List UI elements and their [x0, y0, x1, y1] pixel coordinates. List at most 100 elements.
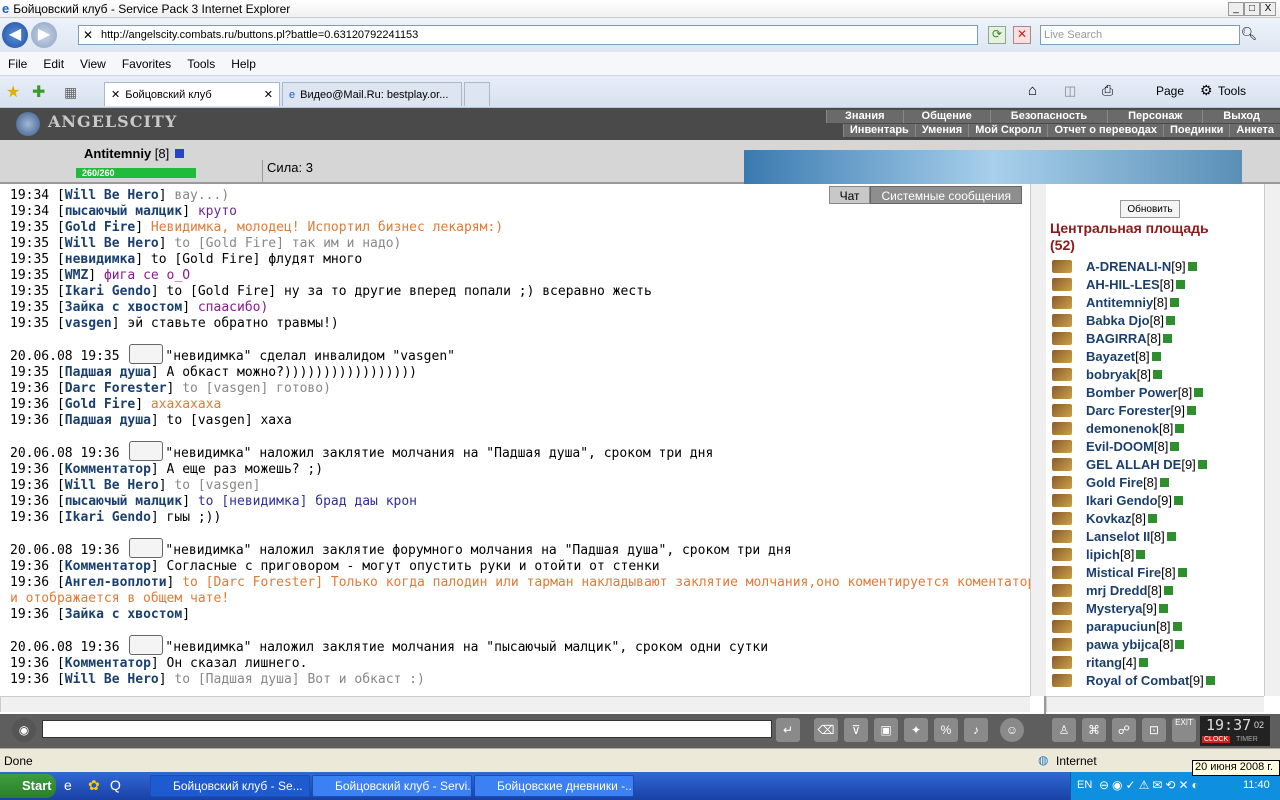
private-msg-icon[interactable]	[1052, 349, 1072, 363]
message-nick[interactable]: Will Be Hero	[65, 188, 159, 203]
message-nick[interactable]: пысаючый малцик	[65, 204, 182, 219]
private-msg-icon[interactable]	[1052, 367, 1072, 381]
private-msg-icon[interactable]	[1052, 529, 1072, 543]
private-msg-icon[interactable]	[1052, 457, 1072, 471]
user-info-icon[interactable]	[1166, 315, 1176, 325]
private-msg-icon[interactable]	[1052, 259, 1072, 273]
private-msg-icon[interactable]	[1052, 439, 1072, 453]
user-name[interactable]: Lanselot II	[1086, 529, 1150, 544]
message-recipient[interactable]: to [Gold Fire]	[174, 236, 284, 251]
message-nick[interactable]: Darc Forester	[65, 381, 167, 396]
user-item[interactable]: Mistical Fire [8]	[1052, 563, 1262, 581]
user-info-icon[interactable]	[1187, 261, 1197, 271]
user-info-icon[interactable]	[1187, 405, 1197, 415]
user-name[interactable]: parapuciun	[1086, 619, 1156, 634]
nav-profile[interactable]: Анкета	[1229, 124, 1280, 137]
user-name[interactable]: Bayazet	[1086, 349, 1135, 364]
user-item[interactable]: BAGIRRA [8]	[1052, 329, 1262, 347]
private-msg-icon[interactable]	[1052, 475, 1072, 489]
close-window-button[interactable]: X	[1260, 2, 1276, 16]
message-nick[interactable]: Gold Fire	[65, 220, 135, 235]
private-msg-icon[interactable]	[1052, 547, 1072, 561]
private-msg-icon[interactable]	[1052, 403, 1072, 417]
user-info-icon[interactable]	[1138, 657, 1148, 667]
map-icon[interactable]: ⌘	[1082, 718, 1106, 742]
user-info-icon[interactable]	[1166, 531, 1176, 541]
quick-tabs-icon[interactable]: ▦	[64, 84, 77, 101]
message-nick[interactable]: Will Be Hero	[65, 236, 159, 251]
user-item[interactable]: parapuciun [8]	[1052, 617, 1262, 635]
message-recipient[interactable]: to [Darc Forester]	[182, 575, 323, 590]
user-info-icon[interactable]	[1172, 621, 1182, 631]
message-nick[interactable]: Will Be Hero	[65, 478, 159, 493]
user-item[interactable]: Ikari Gendo [9]	[1052, 491, 1262, 509]
forward-button[interactable]: ▶	[31, 22, 57, 48]
menu-help[interactable]: Help	[223, 57, 264, 71]
nav-exit[interactable]: Выход	[1202, 110, 1280, 123]
start-button[interactable]: Start	[0, 774, 56, 798]
users-scrollbar[interactable]	[1264, 184, 1280, 696]
user-name[interactable]: AH-HIL-LES	[1086, 277, 1160, 292]
private-msg-icon[interactable]	[1052, 637, 1072, 651]
user-item[interactable]: Gold Fire [8]	[1052, 473, 1262, 491]
user-info-icon[interactable]	[1205, 675, 1215, 685]
message-nick[interactable]: Will Be Hero	[65, 672, 159, 687]
user-name[interactable]: demonenok	[1086, 421, 1159, 436]
favorites-star-icon[interactable]: ★	[6, 82, 20, 102]
message-nick[interactable]: Ikari Gendo	[65, 510, 151, 525]
eraser-icon[interactable]: ⌫	[814, 718, 838, 742]
message-recipient[interactable]: to [Gold Fire]	[167, 284, 277, 299]
user-item[interactable]: AH-HIL-LES [8]	[1052, 275, 1262, 293]
user-info-icon[interactable]	[1194, 387, 1204, 397]
user-name[interactable]: Royal of Combat	[1086, 673, 1189, 688]
search-icon[interactable]: 🔍︎	[1240, 26, 1258, 44]
home-icon[interactable]: ⌂	[1028, 82, 1037, 99]
user-info-icon[interactable]	[1163, 333, 1173, 343]
message-recipient[interactable]: to [vasgen]	[182, 381, 268, 396]
user-info-icon[interactable]	[1136, 549, 1146, 559]
user-name[interactable]: lipich	[1086, 547, 1120, 562]
fight-icon[interactable]: ✦	[904, 718, 928, 742]
user-name[interactable]: mrj Dredd	[1086, 583, 1147, 598]
chat-scrollbar[interactable]	[1030, 184, 1046, 696]
private-msg-icon[interactable]	[1052, 619, 1072, 633]
user-name[interactable]: Bomber Power	[1086, 385, 1178, 400]
user-item[interactable]: Antitemniy [8]	[1052, 293, 1262, 311]
new-tab-button[interactable]	[464, 82, 490, 106]
nav-knowledge[interactable]: Знания	[826, 110, 903, 123]
address-field[interactable]: ✕ http://angelscity.combats.ru/buttons.p…	[78, 25, 978, 45]
message-nick[interactable]: Падшая душа	[65, 365, 151, 380]
menu-view[interactable]: View	[72, 57, 114, 71]
user-item[interactable]: Lanselot II [8]	[1052, 527, 1262, 545]
quicklaunch-ie-icon[interactable]: e	[64, 777, 72, 793]
private-msg-icon[interactable]	[1052, 493, 1072, 507]
user-info-icon[interactable]	[1176, 279, 1186, 289]
message-recipient[interactable]: to [Gold Fire]	[151, 252, 261, 267]
user-item[interactable]: Bomber Power [8]	[1052, 383, 1262, 401]
message-nick[interactable]: vasgen	[65, 316, 112, 331]
user-info-icon[interactable]	[1169, 297, 1179, 307]
chat-hscrollbar[interactable]	[0, 696, 1030, 712]
nav-my-scroll[interactable]: Мой Скролл	[968, 124, 1048, 137]
chat-input[interactable]	[42, 720, 772, 738]
message-nick[interactable]: Комментатор	[65, 559, 151, 574]
menu-tools[interactable]: Tools	[179, 57, 223, 71]
nav-skills[interactable]: Умения	[914, 124, 969, 137]
user-info-icon[interactable]	[1197, 459, 1207, 469]
user-item[interactable]: Darc Forester [9]	[1052, 401, 1262, 419]
message-nick[interactable]: Ikari Gendo	[65, 284, 151, 299]
user-item[interactable]: demonenok [8]	[1052, 419, 1262, 437]
tab-fight-club[interactable]: ✕ Бойцовский клуб ✕	[104, 82, 280, 106]
filter-icon[interactable]: ⊽	[844, 718, 868, 742]
tab-close-icon[interactable]: ✕	[264, 88, 273, 101]
user-info-icon[interactable]	[1159, 477, 1169, 487]
menu-edit[interactable]: Edit	[35, 57, 72, 71]
tab-video[interactable]: e Видео@Mail.Ru: bestplay.or...	[282, 82, 462, 106]
people-icon[interactable]: ♙	[1052, 718, 1076, 742]
refresh-users-button[interactable]: Обновить	[1120, 200, 1180, 218]
message-nick[interactable]: WMZ	[65, 268, 88, 283]
user-name[interactable]: Gold Fire	[1086, 475, 1143, 490]
user-name[interactable]: GEL ALLAH DE	[1086, 457, 1181, 472]
lock-icon[interactable]: ⊡	[1142, 718, 1166, 742]
user-name[interactable]: BAGIRRA	[1086, 331, 1147, 346]
